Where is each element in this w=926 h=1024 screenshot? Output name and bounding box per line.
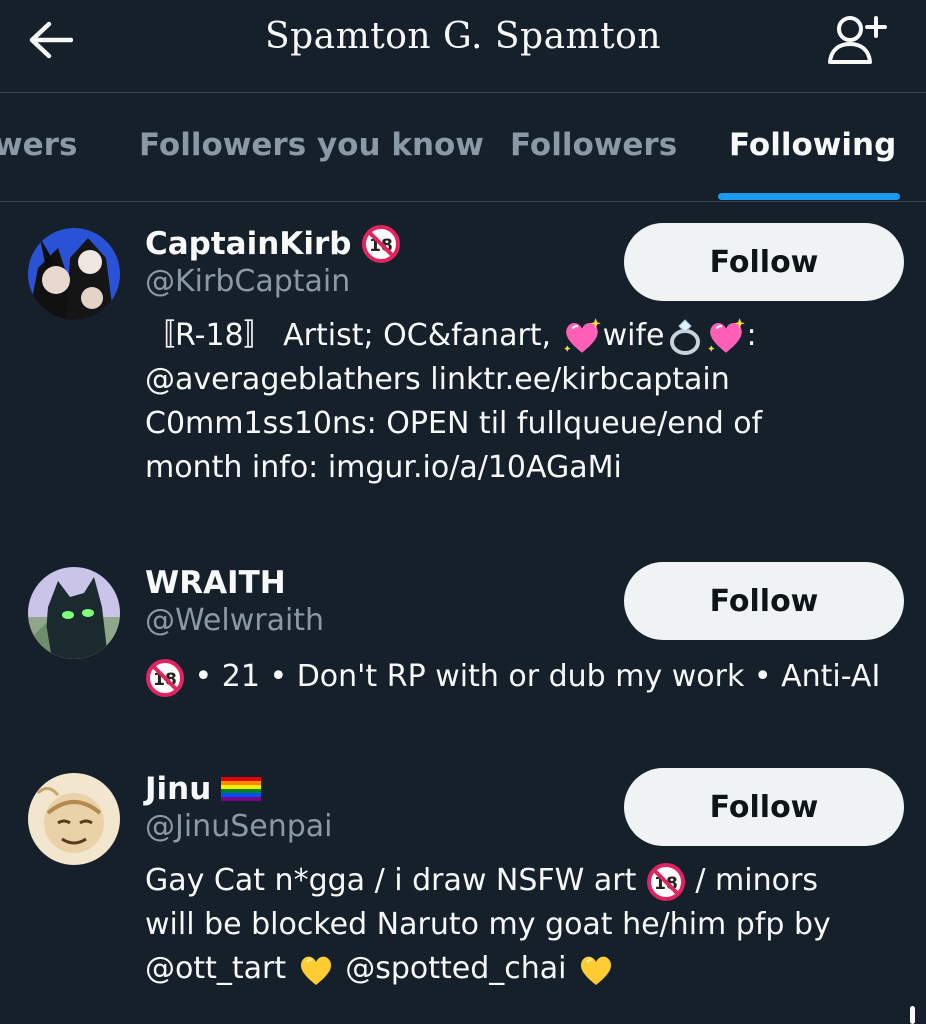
bio-text: : <box>746 318 757 353</box>
list-item[interactable]: CaptainKirb @KirbCaptain Follow 〚R-18〛 A… <box>0 222 926 502</box>
top-bar: Spamton G. Spamton <box>0 0 926 93</box>
name-row: Jinu <box>145 767 262 811</box>
tab-followers[interactable]: Followers <box>510 93 677 201</box>
rainbow-flag-icon <box>221 777 262 801</box>
mention-link[interactable]: @spotted_chai <box>336 951 576 986</box>
user-handle[interactable]: @JinuSenpai <box>145 809 333 844</box>
bio-line: Gay Cat n*gga / i draw NSFW art / minors <box>145 859 905 903</box>
tab-bar: wers Followers you know Followers Follow… <box>0 93 926 202</box>
user-bio: Gay Cat n*gga / i draw NSFW art / minors… <box>145 859 905 991</box>
display-name[interactable]: CaptainKirb <box>145 226 351 262</box>
avatar[interactable] <box>28 228 120 320</box>
page-title: Spamton G. Spamton <box>264 16 662 57</box>
sparkling-heart-icon <box>561 316 603 358</box>
mention-link[interactable]: @ott_tart <box>145 951 296 986</box>
bio-line[interactable]: month info: imgur.io/a/10AGaMi <box>145 446 905 490</box>
no-under-18-icon <box>361 224 401 264</box>
follow-button[interactable]: Follow <box>624 223 904 301</box>
no-under-18-icon <box>145 658 185 698</box>
user-handle[interactable]: @Welwraith <box>145 603 324 638</box>
bio-text: 〚R-18〛 Artist; OC&fanart, <box>145 318 561 353</box>
follow-button[interactable]: Follow <box>624 562 904 640</box>
bio-text: • 21 • Don't RP with or dub my work • An… <box>185 659 881 694</box>
name-row: WRAITH <box>145 561 286 605</box>
bio-line: C0mm1ss10ns: OPEN til fullqueue/end of <box>145 406 763 441</box>
yellow-heart-icon <box>296 950 336 990</box>
user-bio: 〚R-18〛 Artist; OC&fanart, wife: @average… <box>145 314 905 490</box>
active-tab-indicator <box>718 193 900 200</box>
no-under-18-icon <box>646 862 686 902</box>
bio-text: Gay Cat n*gga / i draw NSFW art <box>145 863 646 898</box>
bio-line: @ott_tart @spotted_chai <box>145 947 905 991</box>
bio-link-line[interactable]: @averageblathers linktr.ee/kirbcaptain <box>145 358 905 402</box>
follow-button[interactable]: Follow <box>624 768 904 846</box>
list-item[interactable]: WRAITH @Welwraith Follow • 21 • Don't RP… <box>0 561 926 711</box>
yellow-heart-icon <box>576 950 616 990</box>
ring-icon <box>665 317 705 357</box>
tab-followers-you-know[interactable]: Followers you know <box>139 93 484 201</box>
tab-following[interactable]: Following <box>729 93 896 201</box>
user-bio: • 21 • Don't RP with or dub my work • An… <box>145 655 905 699</box>
tab-followers-partial[interactable]: wers <box>0 93 77 201</box>
display-name[interactable]: Jinu <box>145 771 211 807</box>
list-item[interactable]: Jinu @JinuSenpai Follow Gay Cat n*gga / … <box>0 767 926 1007</box>
scrollbar[interactable] <box>910 1006 915 1024</box>
bio-text: / minors <box>685 863 818 898</box>
name-row: CaptainKirb <box>145 222 401 266</box>
sparkling-heart-icon <box>705 316 747 358</box>
user-handle[interactable]: @KirbCaptain <box>145 264 350 299</box>
add-user-icon <box>828 16 887 64</box>
add-user-button[interactable] <box>822 10 892 70</box>
display-name[interactable]: WRAITH <box>145 565 286 601</box>
avatar[interactable] <box>28 773 120 865</box>
bio-line: will be blocked Naruto my goat he/him pf… <box>145 907 831 942</box>
bio-line: 〚R-18〛 Artist; OC&fanart, wife: <box>145 314 905 358</box>
avatar[interactable] <box>28 567 120 659</box>
bio-text: wife <box>602 318 665 353</box>
